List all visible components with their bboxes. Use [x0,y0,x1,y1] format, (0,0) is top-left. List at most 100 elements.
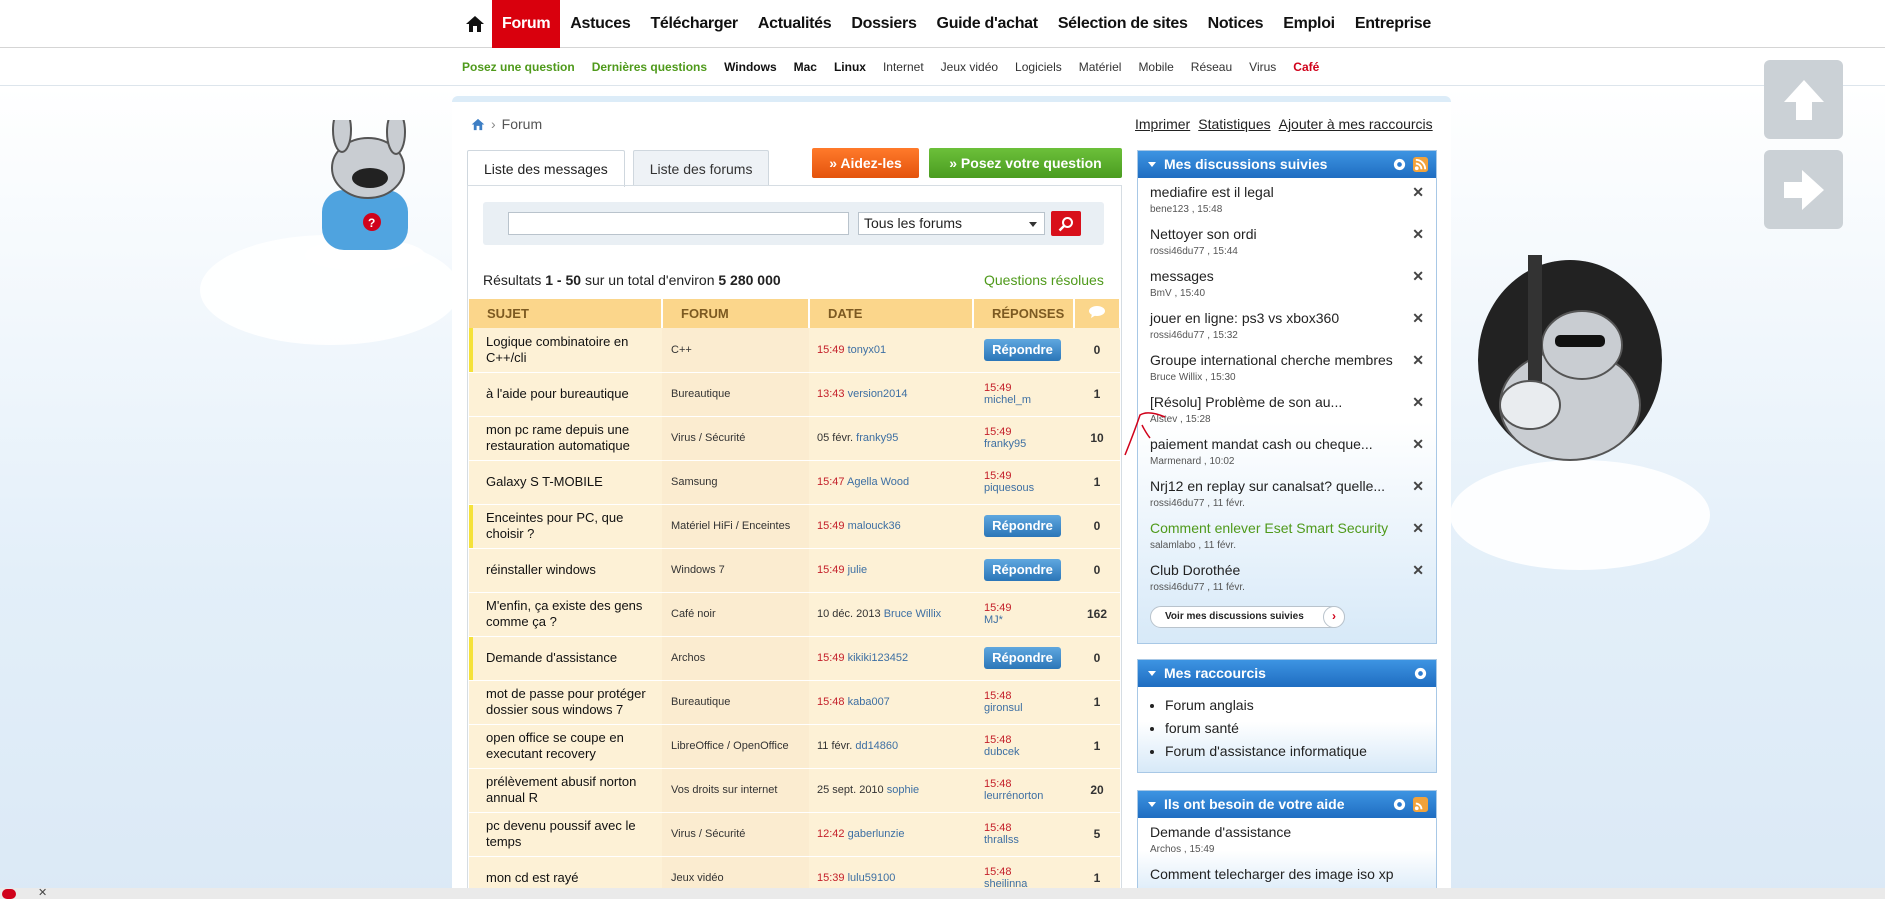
subnav-reseau[interactable]: Réseau [1191,60,1232,74]
discussion-title[interactable]: Comment enlever Eset Smart Security [1150,520,1436,537]
need-help-item[interactable]: Demande d'assistance Archos , 15:49 [1138,818,1436,860]
gear-icon[interactable] [1392,797,1407,812]
shortcuts-header[interactable]: Mes raccourcis [1138,660,1436,687]
close-icon[interactable]: ✕ [1412,268,1424,285]
discussion-title[interactable]: [Résolu] Problème de son au... [1150,394,1436,411]
topic-subject[interactable]: Demande d'assistance [469,636,662,681]
col-subject[interactable]: SUJET [469,299,663,328]
post-author[interactable]: gaberlunzie [848,828,905,840]
reply-button[interactable]: Répondre [984,338,1061,361]
subnav-mobile[interactable]: Mobile [1138,60,1173,74]
last-reply-author[interactable]: thrallss [984,834,1074,846]
topic-forum[interactable]: Samsung [662,460,809,505]
followed-discussions-header[interactable]: Mes discussions suivies [1138,151,1436,178]
last-reply-author[interactable]: gironsul [984,702,1074,714]
close-icon[interactable]: ✕ [1412,352,1424,369]
add-shortcut-link[interactable]: Ajouter à mes raccourcis [1279,116,1433,132]
rss-icon[interactable] [1413,157,1428,172]
post-author[interactable]: malouck36 [848,520,901,532]
discussion-title[interactable]: Groupe international cherche membres [1150,352,1436,369]
topic-subject[interactable]: à l'aide pour bureautique [469,372,662,417]
subnav-ask-question[interactable]: Posez une question [462,60,575,74]
topic-subject[interactable]: Enceintes pour PC, que choisir ? [469,504,662,549]
table-row[interactable]: Enceintes pour PC, que choisir ? Matériel… [469,504,1120,549]
last-reply-author[interactable]: michel_m [984,394,1074,406]
post-author[interactable]: franky95 [856,432,898,444]
close-icon[interactable]: ✕ [1412,478,1424,495]
subnav-internet[interactable]: Internet [883,60,924,74]
topic-subject[interactable]: Logique combinatoire en C++/cli [469,328,662,373]
table-row[interactable]: mon pc rame depuis une restauration auto… [469,416,1120,461]
topic-forum[interactable]: Bureautique [662,680,809,725]
topic-forum[interactable]: Virus / Sécurité [662,812,809,857]
rss-icon[interactable] [1413,797,1428,812]
topic-subject[interactable]: pc devenu poussif avec le temps [469,812,662,857]
tab-messages-list[interactable]: Liste des messages [467,150,625,187]
discussion-title[interactable]: jouer en ligne: ps3 vs xbox360 [1150,310,1436,327]
followed-discussion-item[interactable]: messages BmV , 15:40 ✕ [1138,262,1436,304]
search-button[interactable] [1051,211,1081,236]
table-row[interactable]: à l'aide pour bureautique Bureautique 13:4… [469,372,1120,417]
help-others-button[interactable]: » Aidez-les [812,148,919,178]
tab-forums-list[interactable]: Liste des forums [632,150,770,186]
followed-discussion-item[interactable]: paiement mandat cash ou cheque... Marmena… [1138,430,1436,472]
topic-forum[interactable]: Virus / Sécurité [662,416,809,461]
discussion-title[interactable]: Nettoyer son ordi [1150,226,1436,243]
nav-telecharger[interactable]: Télécharger [640,0,747,48]
discussion-title[interactable]: messages [1150,268,1436,285]
discussion-title[interactable]: paiement mandat cash ou cheque... [1150,436,1436,453]
followed-discussion-item[interactable]: mediafire est il legal bene123 , 15:48 ✕ [1138,178,1436,220]
col-date[interactable]: DATE [809,299,974,328]
subnav-logiciels[interactable]: Logiciels [1015,60,1062,74]
table-row[interactable]: prélèvement abusif norton annual R Vos dr… [469,768,1120,813]
nav-guide-achat[interactable]: Guide d'achat [927,0,1048,48]
discussion-title[interactable]: Club Dorothée [1150,562,1436,579]
addon-icon[interactable] [2,889,16,899]
post-author[interactable]: sophie [887,784,919,796]
table-row[interactable]: Galaxy S T-MOBILE Samsung 15:47 Agella Woo… [469,460,1120,505]
nav-actualites[interactable]: Actualités [748,0,841,48]
subnav-latest-questions[interactable]: Dernières questions [592,60,707,74]
post-author[interactable]: Agella Wood [847,476,909,488]
subnav-linux[interactable]: Linux [834,60,866,74]
scroll-up-button[interactable] [1764,60,1843,139]
collapse-icon[interactable] [1148,802,1156,807]
close-icon[interactable]: ✕ [1412,184,1424,201]
last-reply-author[interactable]: MJ* [984,614,1074,626]
need-help-header[interactable]: Ils ont besoin de votre aide [1138,791,1436,818]
post-author[interactable]: kikiki123452 [848,652,909,664]
forum-scope-select[interactable]: Tous les forums [858,212,1045,235]
print-link[interactable]: Imprimer [1135,116,1190,132]
topic-forum[interactable]: Vos droits sur internet [662,768,809,813]
topic-subject[interactable]: mon pc rame depuis une restauration auto… [469,416,662,461]
subnav-materiel[interactable]: Matériel [1079,60,1122,74]
subnav-windows[interactable]: Windows [724,60,777,74]
topic-forum[interactable]: LibreOffice / OpenOffice [662,724,809,769]
col-replies[interactable]: RÉPONSES [973,299,1075,328]
table-row[interactable]: M'enfin, ça existe des gens comme ça ? Ca… [469,592,1120,637]
last-reply-author[interactable]: dubcek [984,746,1074,758]
topic-subject[interactable]: réinstaller windows [469,548,662,593]
post-author[interactable]: tonyx01 [848,344,887,356]
nav-selection-sites[interactable]: Sélection de sites [1048,0,1198,48]
table-row[interactable]: réinstaller windows Windows 7 15:49 julie R… [469,548,1120,593]
col-forum[interactable]: FORUM [662,299,810,328]
table-row[interactable]: mot de passe pour protéger dossier sous … [469,680,1120,725]
next-page-button[interactable] [1764,150,1843,229]
topic-forum[interactable]: Archos [662,636,809,681]
reply-button[interactable]: Répondre [984,515,1061,537]
post-author[interactable]: julie [848,564,868,576]
last-reply-author[interactable]: leurrénorton [984,790,1074,802]
subnav-jeux-video[interactable]: Jeux vidéo [941,60,998,74]
followed-discussion-item[interactable]: Nettoyer son ordi rossi46du77 , 15:44 ✕ [1138,220,1436,262]
close-icon[interactable]: ✕ [1412,310,1424,327]
reply-button[interactable]: Répondre [984,647,1061,669]
topic-subject[interactable]: open office se coupe en executant recove… [469,724,662,769]
followed-discussion-item[interactable]: [Résolu] Problème de son au... Alstev , 1… [1138,388,1436,430]
gear-icon[interactable] [1413,666,1428,681]
see-followed-button[interactable]: Voir mes discussions suivies › [1150,606,1345,628]
close-icon[interactable]: ✕ [1412,562,1424,579]
post-author[interactable]: kaba007 [848,696,890,708]
nav-dossiers[interactable]: Dossiers [841,0,926,48]
followed-discussion-item[interactable]: Club Dorothée rossi46du77 , 11 févr. ✕ [1138,556,1436,598]
